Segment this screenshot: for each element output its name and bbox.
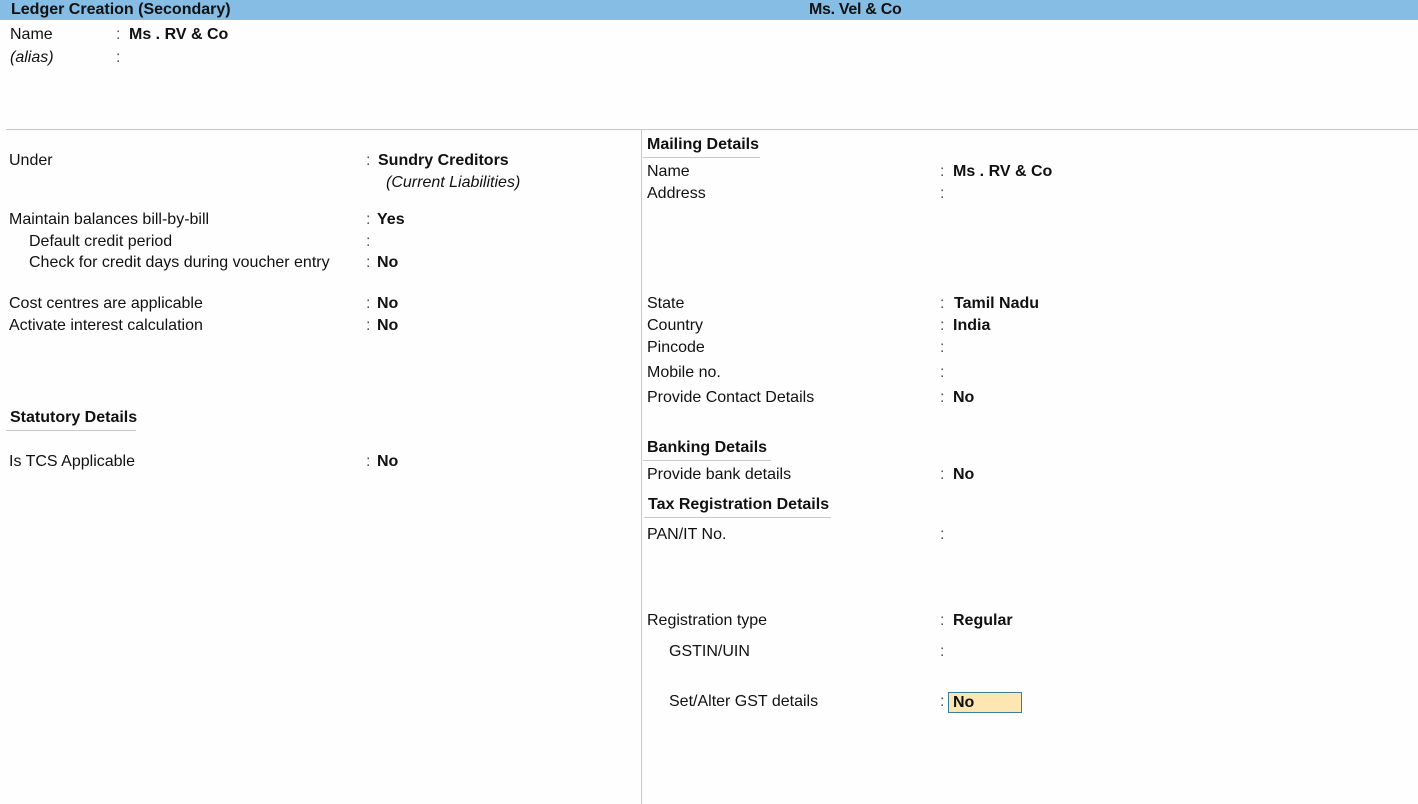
name-label: Name	[10, 26, 53, 43]
default-credit-period-colon: :	[366, 233, 371, 250]
check-credit-days-label: Check for credit days during voucher ent…	[29, 254, 330, 271]
pincode-label: Pincode	[647, 339, 705, 356]
pan-colon: :	[940, 526, 945, 543]
mobile-label: Mobile no.	[647, 364, 721, 381]
bill-by-bill-colon: :	[366, 211, 371, 228]
banking-details-heading: Banking Details	[643, 438, 771, 461]
gst-details-label: Set/Alter GST details	[669, 693, 819, 710]
interest-calc-colon: :	[366, 317, 371, 334]
company-name: Ms. Vel & Co	[809, 1, 902, 18]
under-colon: :	[366, 152, 371, 169]
cost-centres-field[interactable]: No	[377, 294, 398, 314]
gst-details-field[interactable]: No	[948, 692, 1022, 713]
mobile-field[interactable]	[953, 363, 1053, 383]
gstin-field[interactable]	[953, 642, 1103, 662]
bank-details-field[interactable]: No	[953, 465, 974, 485]
default-credit-period-label: Default credit period	[29, 233, 173, 250]
address-label: Address	[647, 185, 706, 202]
mailing-name-label: Name	[647, 163, 690, 180]
name-colon: :	[116, 26, 121, 43]
country-label: Country	[647, 317, 704, 334]
mobile-colon: :	[940, 364, 945, 381]
cost-centres-colon: :	[366, 295, 371, 312]
mailing-name-colon: :	[940, 163, 945, 180]
mailing-details-heading: Mailing Details	[643, 135, 760, 158]
under-label: Under	[9, 152, 53, 169]
registration-type-label: Registration type	[647, 612, 768, 629]
registration-type-field[interactable]: Regular	[953, 611, 1013, 631]
address-field[interactable]	[953, 184, 1253, 204]
statutory-details-heading: Statutory Details	[6, 408, 137, 431]
contact-details-colon: :	[940, 389, 945, 406]
registration-type-colon: :	[940, 612, 945, 629]
interest-calc-label: Activate interest calculation	[9, 317, 203, 334]
tcs-field[interactable]: No	[377, 452, 398, 472]
country-colon: :	[940, 317, 945, 334]
state-colon: :	[940, 295, 945, 312]
name-field[interactable]: Ms . RV & Co	[129, 25, 228, 45]
gstin-colon: :	[940, 643, 945, 660]
tcs-label: Is TCS Applicable	[9, 453, 135, 470]
under-parent-group: (Current Liabilities)	[386, 174, 521, 191]
pan-field[interactable]	[953, 525, 1103, 545]
contact-details-label: Provide Contact Details	[647, 389, 815, 406]
bill-by-bill-label: Maintain balances bill-by-bill	[9, 211, 210, 228]
state-label: State	[647, 295, 685, 312]
contact-details-field[interactable]: No	[953, 388, 974, 408]
pan-label: PAN/IT No.	[647, 526, 727, 543]
state-field[interactable]: Tamil Nadu	[954, 294, 1039, 314]
gst-details-value: No	[953, 694, 975, 711]
bank-details-label: Provide bank details	[647, 466, 792, 483]
mailing-name-field[interactable]: Ms . RV & Co	[953, 162, 1052, 182]
alias-colon: :	[116, 49, 121, 66]
tax-registration-heading: Tax Registration Details	[644, 495, 831, 518]
pincode-field[interactable]	[953, 338, 1053, 358]
check-credit-days-field[interactable]: No	[377, 253, 398, 273]
bill-by-bill-field[interactable]: Yes	[377, 210, 405, 230]
cost-centres-label: Cost centres are applicable	[9, 295, 203, 312]
alias-label: (alias)	[10, 49, 54, 66]
default-credit-period-field[interactable]	[377, 232, 477, 252]
under-field[interactable]: Sundry Creditors	[378, 151, 509, 171]
tcs-colon: :	[366, 453, 371, 470]
column-divider	[641, 130, 642, 804]
gstin-label: GSTIN/UIN	[669, 643, 750, 660]
address-colon: :	[940, 185, 945, 202]
title-bar: Ledger Creation (Secondary) Ms. Vel & Co	[0, 0, 1418, 20]
check-credit-days-colon: :	[366, 254, 371, 271]
interest-calc-field[interactable]: No	[377, 316, 398, 336]
alias-field[interactable]	[129, 48, 329, 68]
bank-details-colon: :	[940, 466, 945, 483]
gst-details-colon: :	[940, 693, 945, 710]
screen-title: Ledger Creation (Secondary)	[11, 1, 231, 18]
header-divider	[6, 129, 1418, 130]
pincode-colon: :	[940, 339, 945, 356]
country-field[interactable]: India	[953, 316, 990, 336]
